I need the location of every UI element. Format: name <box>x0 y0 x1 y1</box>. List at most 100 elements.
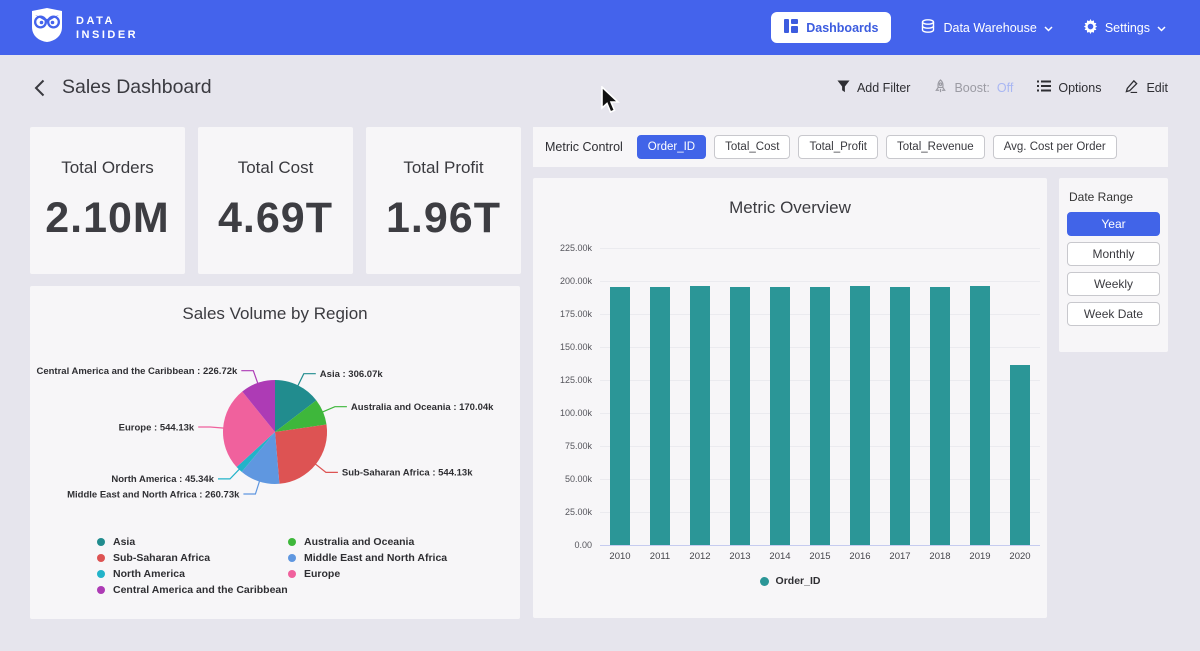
legend-label: Central America and the Caribbean <box>113 584 288 596</box>
y-axis-tick: 200.00k <box>542 276 592 286</box>
pie-label: Sub-Saharan Africa : 544.13k <box>342 468 473 479</box>
bar-2016 <box>850 286 870 545</box>
kpi-value: 1.96T <box>386 194 501 243</box>
metric-chip-order-id[interactable]: Order_ID <box>637 135 706 159</box>
pencil-icon <box>1125 79 1139 96</box>
x-axis-tick: 2012 <box>680 551 720 562</box>
top-nav-bar: DATA INSIDER Dashboards Da <box>0 0 1200 55</box>
bar-2014 <box>770 287 790 545</box>
metric-chip-total-cost[interactable]: Total_Cost <box>714 135 790 159</box>
date-range-week-date[interactable]: Week Date <box>1067 302 1160 326</box>
legend-item-sub-saharan-africa: Sub-Saharan Africa <box>97 550 288 566</box>
kpi-value: 4.69T <box>218 194 333 243</box>
metric-control-bar: Metric Control Order_ID Total_Cost Total_P… <box>533 127 1168 167</box>
bar-2013 <box>730 287 750 545</box>
legend-item-australia-and-oceania: Australia and Oceania <box>288 534 447 550</box>
add-filter-label: Add Filter <box>857 81 911 95</box>
pie-label: Central America and the Caribbean : 226.… <box>36 366 238 377</box>
pie-callout-line <box>322 407 347 413</box>
metric-chip-total-profit[interactable]: Total_Profit <box>798 135 878 159</box>
kpi-label: Total Cost <box>238 158 314 178</box>
metric-chip-avg-cost-per-order[interactable]: Avg. Cost per Order <box>993 135 1117 159</box>
date-range-monthly[interactable]: Monthly <box>1067 242 1160 266</box>
bar-2019 <box>970 286 990 545</box>
gridline <box>600 545 1040 546</box>
bar-chart-title: Metric Overview <box>533 198 1047 218</box>
boost-value: Off <box>997 81 1013 95</box>
date-range-card: Date Range YearMonthlyWeeklyWeek Date <box>1059 178 1168 352</box>
pie-label: Asia : 306.07k <box>320 369 384 380</box>
pie-callout-line <box>315 464 338 473</box>
x-axis-tick: 2014 <box>760 551 800 562</box>
page-title: Sales Dashboard <box>62 76 212 99</box>
legend-dot <box>288 554 296 562</box>
x-axis-tick: 2020 <box>1000 551 1040 562</box>
bar-2020 <box>1010 365 1030 545</box>
kpi-card-total-cost: Total Cost 4.69T <box>198 127 353 274</box>
y-axis-tick: 75.00k <box>542 441 592 451</box>
bar-2012 <box>690 286 710 546</box>
database-icon <box>921 19 936 37</box>
legend-label: Australia and Oceania <box>304 536 414 548</box>
nav-dashboards-button[interactable]: Dashboards <box>771 12 891 43</box>
boost-toggle[interactable]: Boost: Off <box>934 79 1013 97</box>
y-axis-tick: 225.00k <box>542 243 592 253</box>
nav-dashboards-label: Dashboards <box>806 21 878 35</box>
y-axis-tick: 50.00k <box>542 474 592 484</box>
legend-dot-order-id <box>760 577 769 586</box>
pie-callout-line <box>198 427 224 428</box>
page-header: Sales Dashboard Add Filter Boost: Off <box>0 55 1200 120</box>
bar-chart-card: Metric Overview 225.00k 200.00k 175.00k 150… <box>533 178 1047 618</box>
bar-2010 <box>610 287 630 545</box>
x-axis-tick: 2019 <box>960 551 1000 562</box>
gear-icon <box>1083 19 1098 37</box>
pie-callout-line <box>298 374 316 387</box>
y-axis-tick: 175.00k <box>542 309 592 319</box>
legend-label: Asia <box>113 536 135 548</box>
legend-label: Sub-Saharan Africa <box>113 552 210 564</box>
nav-data-warehouse[interactable]: Data Warehouse <box>921 19 1052 37</box>
date-range-weekly[interactable]: Weekly <box>1067 272 1160 296</box>
pie-label: Europe : 544.13k <box>119 422 195 433</box>
legend-item-north-america: North America <box>97 566 288 582</box>
y-axis-tick: 150.00k <box>542 342 592 352</box>
kpi-label: Total Profit <box>403 158 483 178</box>
pie-callout-line <box>243 481 259 494</box>
options-button[interactable]: Options <box>1037 80 1101 95</box>
pie-callout-line <box>241 371 258 384</box>
nav-settings[interactable]: Settings <box>1083 19 1166 37</box>
nav-settings-label: Settings <box>1105 21 1150 35</box>
dashboards-icon <box>784 19 798 36</box>
brand-line1: DATA <box>76 14 138 28</box>
kpi-card-total-orders: Total Orders2.10M <box>30 127 185 274</box>
metric-chip-total-revenue[interactable]: Total_Revenue <box>886 135 985 159</box>
legend-dot <box>288 570 296 578</box>
legend-label: Europe <box>304 568 340 580</box>
owl-logo-icon <box>28 7 66 48</box>
y-axis-tick: 0.00 <box>542 540 592 550</box>
y-axis-tick: 25.00k <box>542 507 592 517</box>
kpi-card-total-profit: Total Profit 1.96T <box>366 127 521 274</box>
legend-item-asia: Asia <box>97 534 288 550</box>
bar-2015 <box>810 287 830 545</box>
date-range-year[interactable]: Year <box>1067 212 1160 236</box>
legend-item-middle-east-and-north-africa: Middle East and North Africa <box>288 550 447 566</box>
legend-dot <box>97 586 105 594</box>
chevron-down-icon <box>1044 21 1053 35</box>
pie-legend-column: Australia and Oceania Middle East and Nor… <box>288 534 447 582</box>
edit-label: Edit <box>1146 81 1168 95</box>
boost-label: Boost: <box>954 81 989 95</box>
pie-chart-card: Sales Volume by Region Asia : 306.07kAus… <box>30 286 520 619</box>
metric-control-label: Metric Control <box>545 140 623 154</box>
x-axis-tick: 2015 <box>800 551 840 562</box>
back-button[interactable] <box>28 77 50 99</box>
legend-label: Middle East and North Africa <box>304 552 447 564</box>
edit-button[interactable]: Edit <box>1125 79 1168 96</box>
bar-legend-label: Order_ID <box>776 575 821 587</box>
rocket-icon <box>934 79 947 97</box>
pie-slice-sub-saharan-africa[interactable] <box>275 425 327 484</box>
pie-label: Middle East and North Africa : 260.73k <box>67 489 240 500</box>
brand-line2: INSIDER <box>76 28 138 42</box>
add-filter-button[interactable]: Add Filter <box>837 80 911 96</box>
legend-item-europe: Europe <box>288 566 447 582</box>
